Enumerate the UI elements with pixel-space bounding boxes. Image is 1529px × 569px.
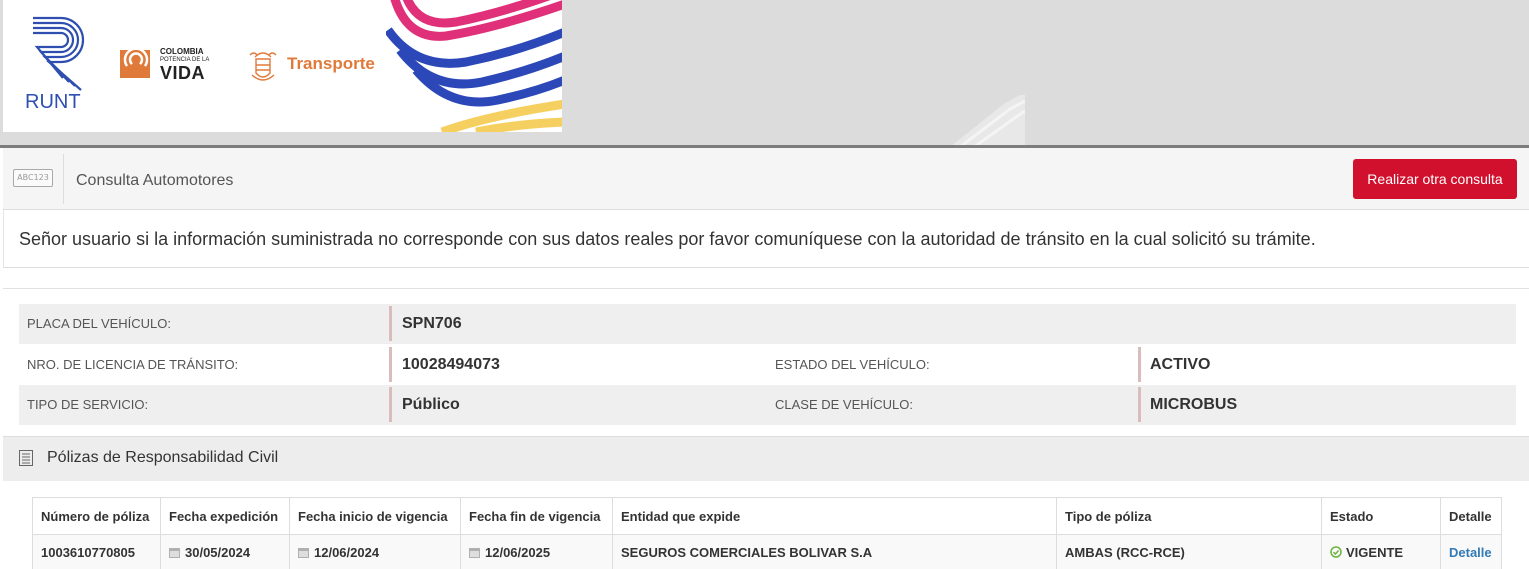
cell-inicio: 12/06/2024 [289, 534, 461, 569]
clase-label: CLASE DE VEHÍCULO: [775, 397, 913, 412]
cell-estado-text: VIGENTE [1346, 545, 1404, 560]
calendar-icon [169, 548, 180, 558]
estado-vehiculo-value: ACTIVO [1150, 356, 1211, 373]
banner-waves-graphic [386, 0, 562, 132]
value-marker [389, 347, 392, 382]
notice-panel: Señor usuario si la información suminist… [3, 210, 1529, 268]
info-row-licencia: NRO. DE LICENCIA DE TRÁNSITO: 1002849407… [19, 345, 1516, 385]
consulta-header: ABC123 Consulta Automotores Realizar otr… [3, 148, 1529, 210]
placa-value: SPN706 [402, 315, 462, 332]
info-row-servicio: TIPO DE SERVICIO: Público CLASE DE VEHÍC… [19, 385, 1516, 425]
polizas-section-header[interactable]: Pólizas de Responsabilidad Civil [3, 436, 1529, 481]
col-header-numero: Número de póliza [32, 497, 161, 535]
new-query-button[interactable]: Realizar otra consulta [1353, 159, 1517, 199]
cell-estado: VIGENTE [1321, 534, 1441, 569]
value-marker [1138, 387, 1141, 422]
servicio-label: TIPO DE SERVICIO: [27, 397, 149, 412]
cell-entidad: SEGUROS COMERCIALES BOLIVAR S.A [612, 534, 1057, 569]
calendar-icon [298, 548, 309, 558]
licencia-value: 10028494073 [402, 356, 500, 373]
section-divider [3, 288, 1529, 289]
list-document-icon [19, 450, 33, 466]
consulta-divider [63, 154, 64, 204]
cell-fin-text: 12/06/2025 [485, 545, 551, 560]
check-circle-icon [1330, 546, 1342, 558]
col-header-tipo: Tipo de póliza [1056, 497, 1322, 535]
polizas-table: Número de póliza Fecha expedición Fecha … [32, 497, 1502, 569]
value-marker [389, 306, 392, 341]
col-header-entidad: Entidad que expide [612, 497, 1057, 535]
clase-value: MICROBUS [1150, 396, 1238, 413]
cell-expedicion: 30/05/2024 [160, 534, 290, 569]
estado-vehiculo-label: ESTADO DEL VEHÍCULO: [775, 357, 930, 372]
col-header-fin: Fecha fin de vigencia [460, 497, 613, 535]
col-header-expedicion: Fecha expedición [160, 497, 290, 535]
col-header-detalle: Detalle [1440, 497, 1502, 535]
col-header-estado: Estado [1321, 497, 1441, 535]
placa-label: PLACA DEL VEHÍCULO: [27, 316, 172, 331]
cell-tipo: AMBAS (RCC-RCE) [1056, 534, 1322, 569]
value-marker [389, 387, 392, 422]
coat-of-arms-icon [249, 52, 277, 81]
cell-numero: 1003610770805 [32, 534, 161, 569]
table-header-row: Número de póliza Fecha expedición Fecha … [32, 497, 1502, 535]
cell-fin: 12/06/2025 [460, 534, 613, 569]
notice-text: Señor usuario si la información suminist… [19, 229, 1316, 249]
colombia-line1: COLOMBIA [160, 47, 204, 56]
cell-expedicion-text: 30/05/2024 [185, 545, 251, 560]
transporte-label: Transporte [287, 54, 375, 73]
banner-decoration-graphic [950, 95, 1025, 147]
table-row: 1003610770805 30/05/2024 12/06/2024 12/0… [32, 534, 1502, 569]
header-banner: RUNT COLOMBIA POTENCIA DE LA VIDA Transp… [0, 0, 1529, 148]
colombia-line3: VIDA [160, 63, 206, 83]
detalle-link[interactable]: Detalle [1449, 545, 1492, 560]
cell-inicio-text: 12/06/2024 [314, 545, 380, 560]
license-plate-icon: ABC123 [13, 169, 53, 187]
polizas-section-title: Pólizas de Responsabilidad Civil [47, 449, 279, 466]
servicio-value: Público [402, 396, 460, 413]
colombia-logo-icon [120, 47, 150, 78]
runt-label: RUNT [25, 91, 81, 113]
value-marker [1138, 347, 1141, 382]
col-header-inicio: Fecha inicio de vigencia [289, 497, 461, 535]
licencia-label: NRO. DE LICENCIA DE TRÁNSITO: [27, 357, 239, 372]
consulta-title: Consulta Automotores [76, 172, 234, 189]
banner-logos: RUNT COLOMBIA POTENCIA DE LA VIDA Transp… [3, 0, 562, 132]
cell-detalle: Detalle [1440, 534, 1502, 569]
calendar-icon [469, 548, 480, 558]
info-row-placa: PLACA DEL VEHÍCULO: SPN706 [19, 304, 1516, 344]
